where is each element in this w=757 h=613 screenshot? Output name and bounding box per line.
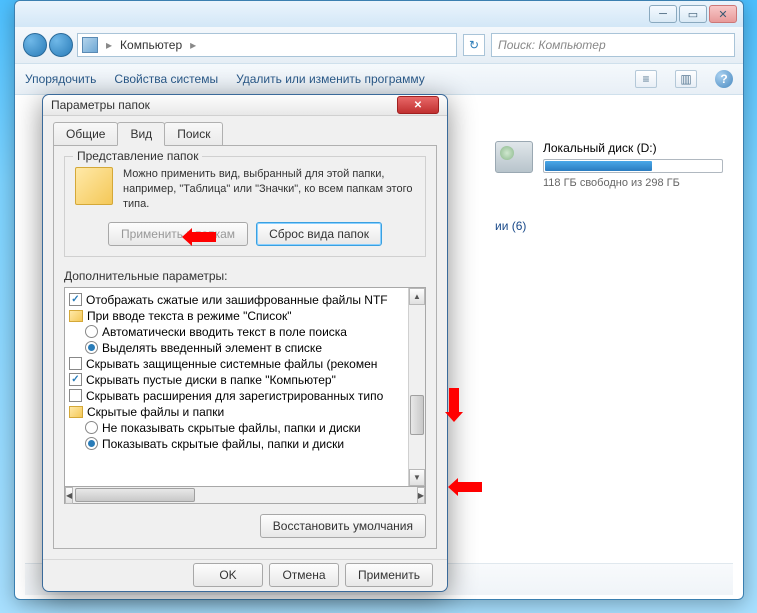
radio-icon[interactable] <box>85 325 98 338</box>
dialog-titlebar: Параметры папок ✕ <box>43 95 447 116</box>
ok-button[interactable]: OK <box>193 563 263 587</box>
refresh-button[interactable]: ↻ <box>463 34 485 56</box>
tree-label: Скрывать пустые диски в папке "Компьютер… <box>86 373 336 387</box>
checkbox-icon[interactable] <box>69 293 82 306</box>
preview-pane-button[interactable]: ▥ <box>675 70 697 88</box>
dialog-footer: OK Отмена Применить <box>43 559 447 591</box>
tab-search[interactable]: Поиск <box>164 122 223 145</box>
apply-to-folders-button[interactable]: Применить к папкам <box>108 222 248 246</box>
tree-label: Скрывать расширения для зарегистрированн… <box>86 389 383 403</box>
group-description: Можно применить вид, выбранный для этой … <box>123 167 415 212</box>
command-bar: Упорядочить Свойства системы Удалить или… <box>15 63 743 95</box>
apply-button[interactable]: Применить <box>345 563 433 587</box>
minimize-button[interactable]: ─ <box>649 5 677 23</box>
organize-menu[interactable]: Упорядочить <box>25 72 96 86</box>
checkbox-icon[interactable] <box>69 389 82 402</box>
group-title: Представление папок <box>73 149 202 163</box>
folder-views-group: Представление папок Можно применить вид,… <box>64 156 426 257</box>
folder-options-dialog: Параметры папок ✕ Общие Вид Поиск Предст… <box>42 94 448 592</box>
tree-label: Показывать скрытые файлы, папки и диски <box>102 437 344 451</box>
scroll-thumb[interactable] <box>75 488 195 502</box>
scroll-down-button[interactable]: ▼ <box>409 469 425 486</box>
properties-menu[interactable]: Свойства системы <box>114 72 218 86</box>
scroll-left-button[interactable]: ◀ <box>65 487 73 504</box>
cancel-button[interactable]: Отмена <box>269 563 339 587</box>
window-titlebar: ─ ▭ ✕ <box>15 1 743 27</box>
nav-bar: ▸ Компьютер ▸ ↻ Поиск: Компьютер <box>15 27 743 63</box>
search-placeholder: Поиск: Компьютер <box>498 38 606 52</box>
folder-icon <box>69 406 83 418</box>
hard-drive-icon <box>495 141 533 173</box>
restore-defaults-button[interactable]: Восстановить умолчания <box>260 514 426 538</box>
address-bar[interactable]: ▸ Компьютер ▸ <box>77 33 457 57</box>
vertical-scrollbar[interactable]: ▲ ▼ <box>408 288 425 486</box>
radio-icon[interactable] <box>85 341 98 354</box>
folder-icon <box>69 310 83 322</box>
tab-panel-view: Представление папок Можно применить вид,… <box>53 145 437 549</box>
breadcrumb-separator: ▸ <box>104 38 114 52</box>
scroll-thumb[interactable] <box>410 395 424 435</box>
checkbox-icon[interactable] <box>69 373 82 386</box>
advanced-settings-tree[interactable]: Отображать сжатые или зашифрованные файл… <box>64 287 426 487</box>
tree-label: Отображать сжатые или зашифрованные файл… <box>86 293 388 307</box>
scroll-right-button[interactable]: ▶ <box>417 487 425 504</box>
back-button[interactable] <box>23 33 47 57</box>
help-button[interactable]: ? <box>715 70 733 88</box>
tab-strip: Общие Вид Поиск <box>43 116 447 145</box>
close-button[interactable]: ✕ <box>709 5 737 23</box>
advanced-settings-label: Дополнительные параметры: <box>64 269 426 283</box>
breadcrumb-separator: ▸ <box>188 38 198 52</box>
tree-label: Не показывать скрытые файлы, папки и дис… <box>102 421 361 435</box>
reset-folders-button[interactable]: Сброс вида папок <box>256 222 382 246</box>
tree-label: Скрывать защищенные системные файлы (рек… <box>86 357 377 371</box>
tree-label: Автоматически вводить текст в поле поиск… <box>102 325 347 339</box>
radio-icon[interactable] <box>85 421 98 434</box>
search-field[interactable]: Поиск: Компьютер <box>491 33 735 57</box>
horizontal-scrollbar[interactable]: ◀ ▶ <box>64 487 426 504</box>
drive-usage-bar <box>543 159 723 173</box>
folder-icon <box>75 167 113 205</box>
drive-name: Локальный диск (D:) <box>543 141 723 155</box>
view-options-button[interactable]: ≡ <box>635 70 657 88</box>
scroll-up-button[interactable]: ▲ <box>409 288 425 305</box>
forward-button[interactable] <box>49 33 73 57</box>
computer-icon <box>82 37 98 53</box>
radio-icon[interactable] <box>85 437 98 450</box>
scroll-track[interactable] <box>73 487 417 503</box>
tree-label: При вводе текста в режиме "Список" <box>87 309 292 323</box>
scroll-track[interactable] <box>409 305 425 469</box>
dialog-title: Параметры папок <box>51 98 150 112</box>
uninstall-menu[interactable]: Удалить или изменить программу <box>236 72 425 86</box>
drive-free-space: 118 ГБ свободно из 298 ГБ <box>543 177 723 189</box>
dialog-close-button[interactable]: ✕ <box>397 96 439 114</box>
tab-view[interactable]: Вид <box>117 122 165 146</box>
checkbox-icon[interactable] <box>69 357 82 370</box>
maximize-button[interactable]: ▭ <box>679 5 707 23</box>
tab-general[interactable]: Общие <box>53 122 118 145</box>
tree-label: Выделять введенный элемент в списке <box>102 341 322 355</box>
breadcrumb-item[interactable]: Компьютер <box>120 38 182 52</box>
tree-label: Скрытые файлы и папки <box>87 405 224 419</box>
